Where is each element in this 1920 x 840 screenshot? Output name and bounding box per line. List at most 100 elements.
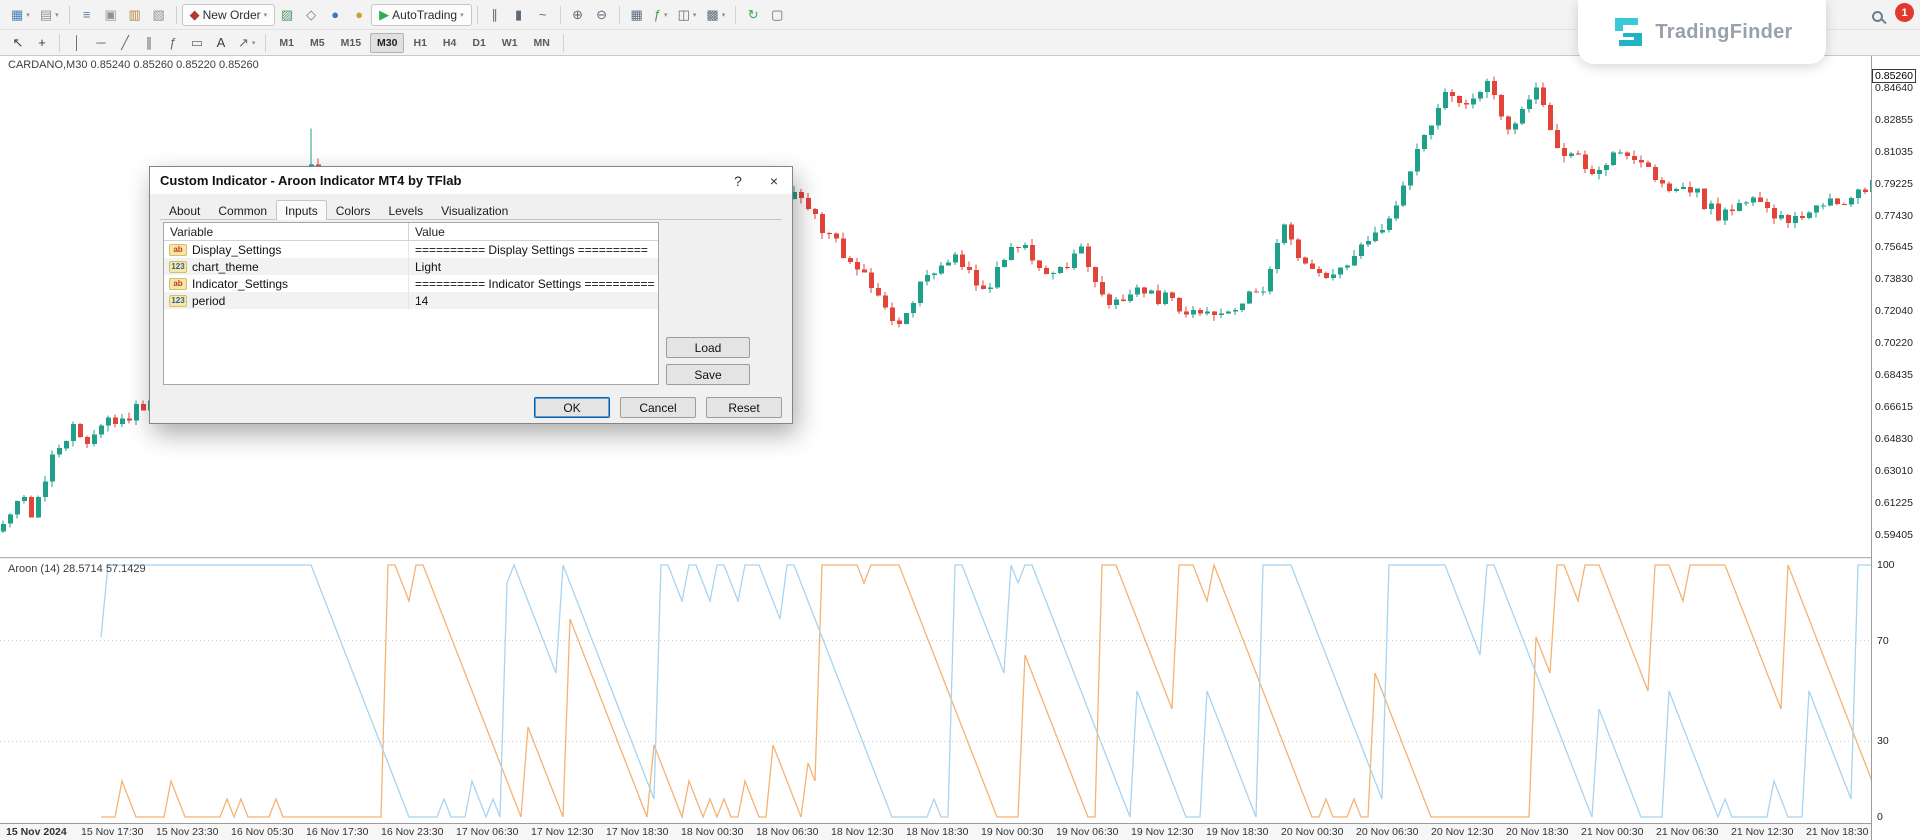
refresh-button[interactable]: ↻ <box>741 4 765 26</box>
full-screen-button[interactable]: ▢ <box>765 4 789 26</box>
candlestick-type-button[interactable]: ▮ <box>507 4 531 26</box>
navigator-button[interactable]: ▥ <box>123 4 147 26</box>
search-icon <box>1872 11 1883 22</box>
strategy-tester-icon: ▨ <box>281 8 293 21</box>
column-header-variable[interactable]: Variable <box>164 223 409 240</box>
line-type-button[interactable]: ~ <box>531 4 555 26</box>
value-cell[interactable]: ========== Indicator Settings ========== <box>409 277 658 291</box>
chevron-down-icon: ▾ <box>264 11 268 19</box>
templates-icon: ▩ <box>706 8 718 21</box>
trendline-button[interactable]: ╱ <box>113 32 137 54</box>
horizontal-line-button[interactable]: ─ <box>89 32 113 54</box>
cancel-button[interactable]: Cancel <box>620 397 696 418</box>
column-header-value[interactable]: Value <box>409 223 451 240</box>
time-axis-label: 18 Nov 18:30 <box>906 826 968 838</box>
tile-windows-icon: ▦ <box>630 8 642 21</box>
templates-button[interactable]: ▩▾ <box>701 4 730 26</box>
price-scale[interactable]: 0.85260 0.846400.828550.810350.792250.77… <box>1871 56 1920 840</box>
aroon-indicator-label: Aroon (14) 28.5714 57.1429 <box>8 563 146 575</box>
value-cell[interactable]: Light <box>409 260 658 274</box>
vertical-line-button[interactable]: │ <box>65 32 89 54</box>
fibonacci-button[interactable]: ƒ <box>161 32 185 54</box>
refresh-icon: ↻ <box>748 8 759 21</box>
tab-inputs[interactable]: Inputs <box>276 200 327 220</box>
chevron-down-icon: ▾ <box>55 11 59 19</box>
dialog-titlebar[interactable]: Custom Indicator - Aroon Indicator MT4 b… <box>150 167 792 194</box>
text-label-button[interactable]: A <box>209 32 233 54</box>
search-button[interactable] <box>1866 6 1886 26</box>
timeframe-w1-button[interactable]: W1 <box>495 33 525 53</box>
numeric-param-icon: 123 <box>169 261 187 273</box>
periods-button[interactable]: ◫▾ <box>673 4 702 26</box>
navigator-icon: ▥ <box>128 8 140 21</box>
timeframe-h1-button[interactable]: H1 <box>406 33 433 53</box>
timeframe-d1-button[interactable]: D1 <box>465 33 492 53</box>
timeframe-m5-button[interactable]: M5 <box>303 33 332 53</box>
variable-name: chart_theme <box>192 260 259 274</box>
tab-common[interactable]: Common <box>209 200 276 220</box>
dialog-help-button[interactable]: ? <box>720 167 756 194</box>
bar-chart-type-button[interactable]: ∥ <box>483 4 507 26</box>
cursor-button[interactable]: ↖ <box>6 32 30 54</box>
input-row-Display_Settings[interactable]: abDisplay_Settings========== Display Set… <box>164 241 658 258</box>
inputs-table: Variable Value abDisplay_Settings=======… <box>163 222 659 385</box>
ok-button[interactable]: OK <box>534 397 610 418</box>
price-scale-label: 0.63010 <box>1875 465 1913 477</box>
timeframe-h4-button[interactable]: H4 <box>436 33 463 53</box>
input-row-chart_theme[interactable]: 123 chart_theme Light <box>164 258 658 275</box>
zoom-in-button[interactable]: ⊕ <box>566 4 590 26</box>
metaeditor-button[interactable]: ◇ <box>299 4 323 26</box>
symbol-ohlc-label: CARDANO,M30 0.85240 0.85260 0.85220 0.85… <box>8 59 259 71</box>
arrows-tool-button[interactable]: ↗▾ <box>233 32 260 54</box>
indicator-scale-label: 0 <box>1877 811 1883 823</box>
toolbar-separator <box>265 34 266 52</box>
dialog-title: Custom Indicator - Aroon Indicator MT4 b… <box>150 173 720 188</box>
value-cell[interactable]: 14 <box>409 294 658 308</box>
time-axis-label: 18 Nov 12:30 <box>831 826 893 838</box>
aroon-indicator-chart[interactable] <box>0 559 1871 823</box>
zoom-out-button[interactable]: ⊖ <box>590 4 614 26</box>
strategy-tester-button[interactable]: ▨ <box>275 4 299 26</box>
tab-visualization[interactable]: Visualization <box>432 200 517 220</box>
tab-colors[interactable]: Colors <box>327 200 380 220</box>
mql5-community-icon: ● <box>331 8 339 21</box>
timeframe-mn-button[interactable]: MN <box>527 33 557 53</box>
profiles-button[interactable]: ▤▾ <box>35 4 64 26</box>
periods-icon: ◫ <box>678 8 690 21</box>
indicator-scale-label: 100 <box>1877 559 1895 571</box>
text-label-icon: A <box>217 36 226 49</box>
crosshair-button[interactable]: + <box>30 32 54 54</box>
input-row-Indicator_Settings[interactable]: abIndicator_Settings========== Indicator… <box>164 275 658 292</box>
indicators-button[interactable]: ƒ▾ <box>649 4 673 26</box>
data-window-button[interactable]: ▣ <box>99 4 123 26</box>
variable-name: Display_Settings <box>192 243 281 257</box>
tile-windows-button[interactable]: ▦ <box>625 4 649 26</box>
new-order-button[interactable]: ◆New Order▾ <box>182 4 276 26</box>
time-axis-label: 21 Nov 00:30 <box>1581 826 1643 838</box>
tab-levels[interactable]: Levels <box>379 200 432 220</box>
timeframe-m1-button[interactable]: M1 <box>272 33 301 53</box>
chart-shift-button[interactable]: ● <box>347 4 371 26</box>
market-watch-button[interactable]: ≡ <box>75 4 99 26</box>
reset-button[interactable]: Reset <box>706 397 782 418</box>
timeframe-m15-button[interactable]: M15 <box>334 33 368 53</box>
autotrading-button[interactable]: ▶AutoTrading▾ <box>371 4 471 26</box>
timeframe-m30-button[interactable]: M30 <box>370 33 404 53</box>
time-axis-label: 16 Nov 05:30 <box>231 826 293 838</box>
time-axis[interactable]: 15 Nov 202415 Nov 17:3015 Nov 23:3016 No… <box>0 823 1871 840</box>
new-chart-button[interactable]: ▦▾ <box>6 4 35 26</box>
indicator-scale-label: 30 <box>1877 735 1889 747</box>
dialog-close-button[interactable]: × <box>756 167 792 194</box>
tab-about[interactable]: About <box>160 200 209 220</box>
load-button[interactable]: Load <box>666 337 750 358</box>
value-cell[interactable]: ========== Display Settings ========== <box>409 243 658 257</box>
profiles-icon: ▤ <box>40 8 52 21</box>
equidistant-channel-button[interactable]: ∥ <box>137 32 161 54</box>
mql5-community-button[interactable]: ● <box>323 4 347 26</box>
terminal-button[interactable]: ▧ <box>147 4 171 26</box>
input-row-period[interactable]: 123period14 <box>164 292 658 309</box>
shapes-button[interactable]: ▭ <box>185 32 209 54</box>
toolbar-separator <box>735 6 736 24</box>
save-button[interactable]: Save <box>666 364 750 385</box>
toolbar-separator <box>69 6 70 24</box>
